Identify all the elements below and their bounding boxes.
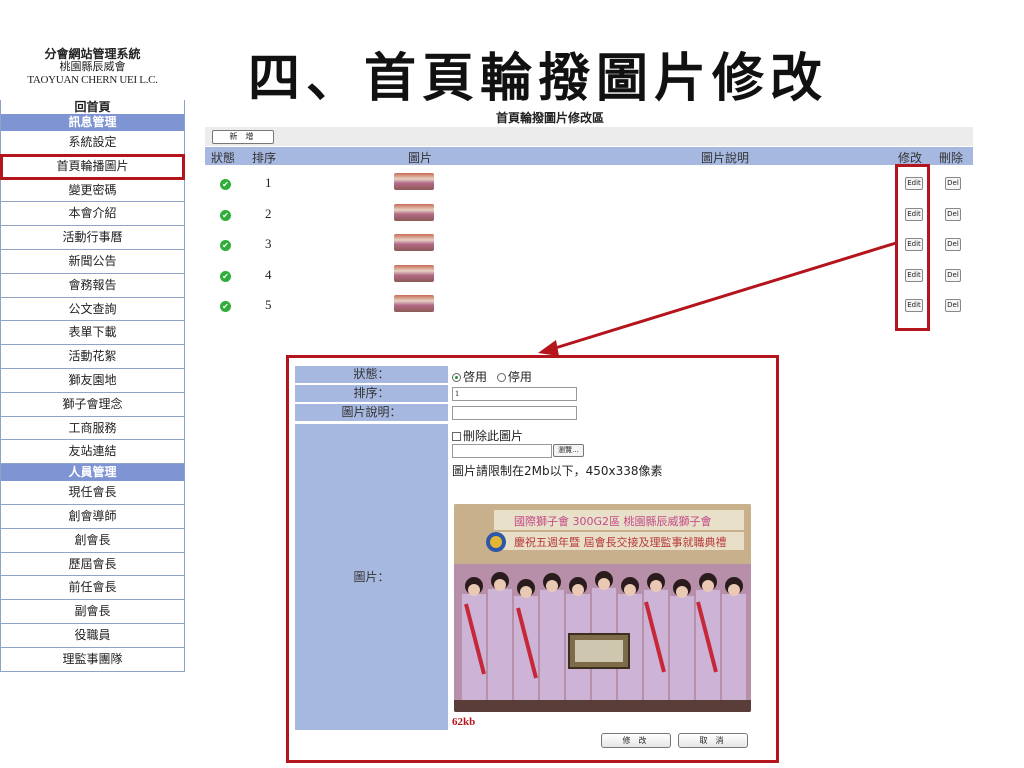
delete-button[interactable]: Del [945, 238, 961, 251]
sidebar-menu-item[interactable]: 首頁輪播圖片 [0, 153, 185, 180]
table-row: ✔ 4 Edit Del [205, 262, 973, 292]
sidebar-section-header: 人員管理 [1, 464, 184, 482]
sidebar-menu-item[interactable]: 役職員 [1, 623, 184, 648]
size-hint: 圖片請限制在2Mb以下，450x338像素 [452, 464, 663, 478]
description-input[interactable] [452, 406, 577, 420]
slide-photo: 國際獅子會 300G2區 桃園縣辰威獅子會 慶祝五週年暨 屆會長交接及理監事就職… [454, 504, 751, 712]
delete-image-option: 刪除此圖片 [452, 427, 523, 444]
add-button[interactable]: 新 增 [212, 130, 274, 144]
photo-banner-line-2: 慶祝五週年暨 屆會長交接及理監事就職典禮 [514, 535, 727, 549]
table-row: ✔ 2 Edit Del [205, 201, 973, 231]
sidebar-header: 分會網站管理系統 桃園縣辰威會 TAOYUAN CHERN UEI L.C. [0, 48, 185, 87]
sidebar-menu-item[interactable]: 獅子會理念 [1, 392, 184, 417]
col-delete: 刪除 [939, 151, 964, 165]
col-order: 排序 [252, 151, 277, 165]
row-order: 2 [265, 205, 272, 221]
delete-image-text: 刪除此圖片 [463, 429, 524, 443]
status-disabled-radio[interactable] [496, 373, 506, 382]
sidebar-menu-item[interactable]: 現任會長 [1, 481, 184, 505]
check-icon: ✔ [220, 179, 231, 190]
file-path-input[interactable] [452, 444, 552, 458]
description-label: 圖片說明： [295, 404, 448, 421]
sidebar: 分會網站管理系統 桃園縣辰威會 TAOYUAN CHERN UEI L.C. 回… [0, 48, 185, 672]
order-input[interactable]: 1 [452, 387, 577, 401]
sidebar-menu-item[interactable]: 副會長 [1, 600, 184, 624]
delete-button[interactable]: Del [945, 268, 961, 282]
row-order: 5 [265, 297, 272, 312]
status-options: 啓用 停用 [452, 368, 532, 385]
sidebar-menu-item[interactable]: 活動行事曆 [1, 226, 184, 250]
table-row: ✔ 5 Edit Del [205, 292, 973, 322]
group-photo-image: 國際獅子會 300G2區 桃園縣辰威獅子會 慶祝五週年暨 屆會長交接及理監事就職… [454, 504, 751, 712]
delete-button[interactable]: Del [945, 207, 961, 221]
row-order: 3 [265, 236, 272, 251]
sidebar-menu-item[interactable]: 新聞公告 [1, 249, 184, 274]
check-icon: ✔ [220, 301, 231, 312]
browse-button[interactable]: 瀏覽... [553, 444, 584, 457]
row-order: 4 [265, 266, 272, 282]
save-button[interactable]: 修 改 [601, 733, 671, 748]
sidebar-menu-item[interactable]: 工商服務 [1, 416, 184, 441]
col-status: 狀態 [211, 151, 236, 165]
list-toolbar: 新 增 [205, 127, 973, 146]
sidebar-menu-item[interactable]: 理監事團隊 [1, 647, 184, 672]
org-name-en: TAOYUAN CHERN UEI L.C. [27, 74, 158, 86]
check-icon: ✔ [220, 240, 231, 251]
cancel-button[interactable]: 取 消 [678, 733, 748, 748]
home-link[interactable]: 回首頁 [1, 100, 184, 114]
status-label: 狀態： [295, 366, 448, 383]
sidebar-menu-item[interactable]: 變更密碼 [1, 178, 184, 203]
col-image: 圖片 [408, 151, 433, 165]
org-name: 桃園縣辰威會 [59, 61, 126, 73]
row-thumbnail [394, 173, 434, 190]
row-thumbnail [394, 203, 434, 221]
sidebar-menu-item[interactable]: 活動花絮 [1, 345, 184, 369]
table-header: 狀態 排序 圖片 圖片說明 修改 刪除 [205, 147, 973, 165]
edit-form: 狀態： 啓用 停用 排序： 1 圖片說明： 圖片： 刪除此圖片 瀏覽... 圖片… [286, 355, 779, 763]
row-order: 1 [265, 175, 272, 190]
sidebar-menu-item[interactable]: 創會長 [1, 528, 184, 553]
delete-image-checkbox[interactable] [452, 432, 461, 441]
sidebar-menu-item[interactable]: 歷屆會長 [1, 552, 184, 577]
delete-button[interactable]: Del [945, 299, 961, 312]
row-thumbnail [394, 264, 434, 282]
status-enabled-radio[interactable] [452, 373, 461, 382]
sidebar-menu-item[interactable]: 獅友園地 [1, 368, 184, 393]
system-title: 分會網站管理系統 [44, 47, 141, 61]
edit-column-highlight [895, 164, 930, 331]
photo-banner-line-1: 國際獅子會 300G2區 桃園縣辰威獅子會 [514, 514, 712, 528]
row-thumbnail [394, 295, 434, 312]
image-label: 圖片： [295, 424, 448, 730]
check-icon: ✔ [220, 209, 231, 221]
table-row: ✔ 3 Edit Del [205, 231, 973, 261]
slide-title: 四、首頁輪撥圖片修改 [248, 48, 829, 109]
sidebar-menu-item[interactable]: 友站連結 [1, 440, 184, 465]
status-enabled-text: 啓用 [463, 370, 488, 384]
sidebar-menu-item[interactable]: 表單下載 [1, 321, 184, 346]
file-size: 62kb [452, 716, 476, 728]
sidebar-menu: 回首頁 訊息管理 系統設定 首頁輪播圖片 變更密碼 本會介紹 活動行事曆 新聞公告 會務報告 公文… [0, 100, 185, 672]
delete-button[interactable]: Del [945, 177, 961, 190]
col-description: 圖片說明 [701, 151, 750, 165]
sidebar-menu-item[interactable]: 會務報告 [1, 273, 184, 298]
list-title: 首頁輪撥圖片修改區 [495, 111, 604, 125]
sidebar-menu-item[interactable]: 創會導師 [1, 504, 184, 529]
table-row: ✔ 1 Edit Del [205, 170, 973, 200]
sidebar-menu-item[interactable]: 前任會長 [1, 576, 184, 601]
sidebar-menu-item[interactable]: 本會介紹 [1, 202, 184, 227]
check-icon: ✔ [220, 270, 231, 282]
sidebar-menu-item[interactable]: 公文查詢 [1, 297, 184, 322]
row-thumbnail [394, 234, 434, 251]
sidebar-menu-item[interactable]: 系統設定 [1, 131, 184, 155]
status-disabled-text: 停用 [507, 370, 532, 384]
sidebar-section-header: 訊息管理 [1, 114, 184, 131]
order-label: 排序： [295, 385, 448, 402]
